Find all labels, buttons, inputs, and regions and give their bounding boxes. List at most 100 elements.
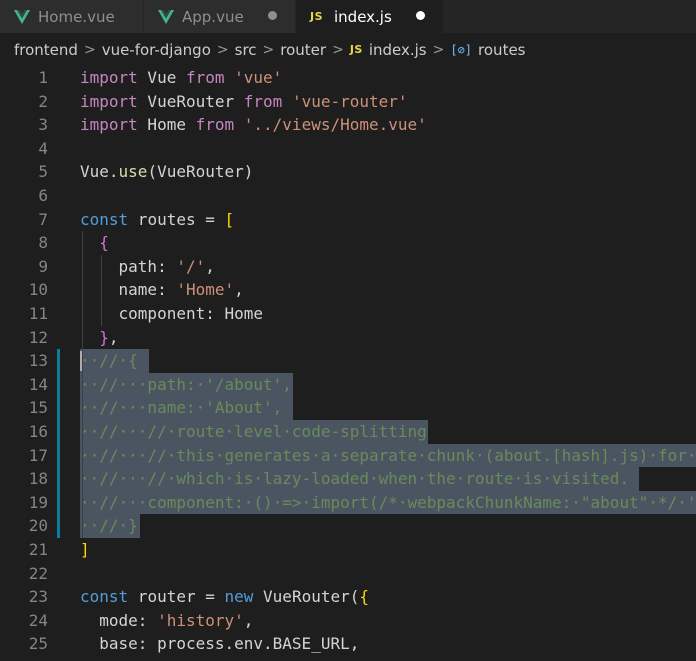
code-line[interactable]: 12 }, — [0, 325, 696, 350]
code-token: (VueRouter) — [147, 162, 254, 182]
code-text: ··//···component:·()·=>·import(/*·webpac… — [80, 491, 696, 515]
line-number: 6 — [38, 186, 48, 205]
code-editor[interactable]: 1 import Vue from 'vue' 2 import VueRouter … — [0, 66, 696, 661]
line-number: 23 — [28, 587, 48, 607]
code-line[interactable]: 23 const router = new VueRouter({ — [0, 585, 696, 609]
gutter-modified-indicator[interactable] — [57, 349, 60, 538]
code-line[interactable]: 24 mode: 'history', — [0, 609, 696, 633]
breadcrumb: frontend > vue-for-django > src > router… — [0, 33, 696, 66]
code-text: ··//·} — [80, 514, 138, 538]
line-number: 18 — [28, 469, 48, 489]
code-token: VueRouter — [137, 91, 244, 111]
code-line[interactable]: 3 import Home from '../views/Home.vue' — [0, 113, 696, 137]
code-token: '/' — [176, 256, 206, 276]
code-text: ··//···name:·'About', — [80, 396, 282, 420]
breadcrumb-item[interactable]: src — [235, 41, 257, 59]
code-line[interactable]: 16 ··//···//·route·level·code-splitting — [0, 420, 696, 444]
code-text: ··//···path:·'/about', — [80, 373, 292, 397]
chevron-right-icon: > — [216, 41, 229, 58]
tab-app-vue[interactable]: App.vue — [144, 0, 296, 33]
code-line[interactable]: 2 import VueRouter from 'vue-router' — [0, 90, 696, 114]
code-text: ··//·{ — [80, 349, 138, 373]
line-number: 11 — [28, 304, 48, 323]
code-line[interactable]: 19 ··//···component:·()·=>·import(/*·webp… — [0, 490, 696, 515]
code-text: import VueRouter from 'vue-router' — [80, 90, 408, 114]
code-line[interactable]: 18 ··//···//·which·is·lazy-loaded·when·th… — [0, 467, 696, 491]
code-line[interactable]: 4 — [0, 137, 696, 161]
code-line[interactable]: 5 Vue.use(VueRouter) — [0, 160, 696, 184]
code-token: ··//·} — [80, 516, 138, 536]
tab-home-vue[interactable]: Home.vue — [0, 0, 144, 33]
unsaved-dot-icon[interactable] — [268, 11, 277, 20]
code-line[interactable]: 14 ··//···path:·'/about', — [0, 372, 696, 397]
code-text: ] — [80, 538, 90, 562]
text-cursor — [80, 351, 82, 371]
code-token: use — [118, 162, 148, 182]
line-number: 2 — [38, 91, 48, 111]
code-line[interactable]: 13 ··//·{ — [0, 349, 696, 373]
line-number: 16 — [28, 422, 48, 441]
line-number: 7 — [38, 209, 48, 229]
variable-symbol-icon: [⊘] — [450, 42, 473, 57]
code-line[interactable]: 8 { — [0, 231, 696, 255]
code-line[interactable]: 10 name: 'Home', — [0, 278, 696, 302]
code-token: component: Home — [80, 304, 264, 323]
line-number: 24 — [28, 610, 48, 630]
code-token: import — [80, 115, 138, 135]
chevron-right-icon: > — [83, 41, 96, 58]
line-number: 22 — [28, 563, 48, 583]
line-number: 12 — [28, 327, 48, 347]
line-number: 10 — [28, 280, 48, 300]
code-token: from — [185, 68, 225, 87]
code-token: path: — [80, 256, 177, 276]
code-text: ··//···//·this·generates·a·separate·chun… — [80, 444, 696, 468]
code-line[interactable]: 22 — [0, 562, 696, 586]
code-line[interactable]: 17 ··//···//·this·generates·a·separate·ch… — [0, 443, 696, 468]
code-text: }, — [80, 326, 118, 350]
code-text: mode: 'history', — [80, 609, 253, 633]
tab-label: Home.vue — [38, 7, 115, 26]
line-number: 20 — [28, 516, 48, 536]
code-token: ··//···name:·'About', — [80, 398, 283, 418]
breadcrumb-label: index.js — [368, 40, 427, 59]
code-text: { — [80, 231, 109, 255]
chevron-right-icon: > — [432, 41, 445, 58]
breadcrumb-item[interactable]: router — [280, 41, 326, 59]
breadcrumb-item-symbol[interactable]: [⊘] routes — [450, 41, 525, 59]
line-number: 1 — [38, 68, 48, 87]
code-text: const router = new VueRouter({ — [80, 585, 369, 609]
code-line[interactable]: 20 ··//·} — [0, 514, 696, 538]
line-number: 3 — [38, 115, 48, 135]
code-line[interactable]: 11 component: Home — [0, 302, 696, 326]
code-line[interactable]: 1 import Vue from 'vue' — [0, 66, 696, 90]
line-number: 19 — [28, 492, 48, 512]
code-token: , — [234, 280, 244, 300]
code-token: Home — [137, 115, 196, 135]
breadcrumb-item[interactable]: vue-for-django — [102, 41, 211, 59]
code-token: routes = — [128, 209, 225, 229]
code-line[interactable]: 25 base: process.env.BASE_URL, — [0, 632, 696, 656]
code-token: name: — [80, 280, 177, 300]
tab-index-js[interactable]: JS index.js — [296, 0, 444, 33]
code-line[interactable]: 6 — [0, 184, 696, 208]
code-line[interactable]: 9 path: '/', — [0, 254, 696, 279]
code-line[interactable]: 7 const routes = [ — [0, 208, 696, 232]
code-token: from — [195, 115, 235, 135]
breadcrumb-item-file[interactable]: JS index.js — [350, 41, 427, 59]
code-token: base: process.env.BASE_URL, — [80, 634, 360, 654]
line-number: 4 — [38, 138, 48, 158]
code-token: ··//···component:·()·=>·import(/*·webpac… — [80, 492, 696, 512]
code-token: } — [99, 327, 109, 347]
unsaved-dot-icon[interactable] — [416, 11, 425, 20]
code-token: from — [243, 91, 283, 111]
code-token: import — [80, 68, 138, 87]
code-token: [ — [224, 209, 235, 229]
code-token: ··//···//·route·level·code-splitting — [80, 422, 427, 441]
code-token: { — [359, 587, 370, 607]
breadcrumb-item[interactable]: frontend — [14, 41, 78, 59]
code-text: import Vue from 'vue' — [80, 66, 282, 90]
code-line[interactable]: 15 ··//···name:·'About', — [0, 396, 696, 420]
code-line[interactable]: 21] — [0, 538, 696, 562]
code-token: 'vue-router' — [291, 91, 408, 111]
